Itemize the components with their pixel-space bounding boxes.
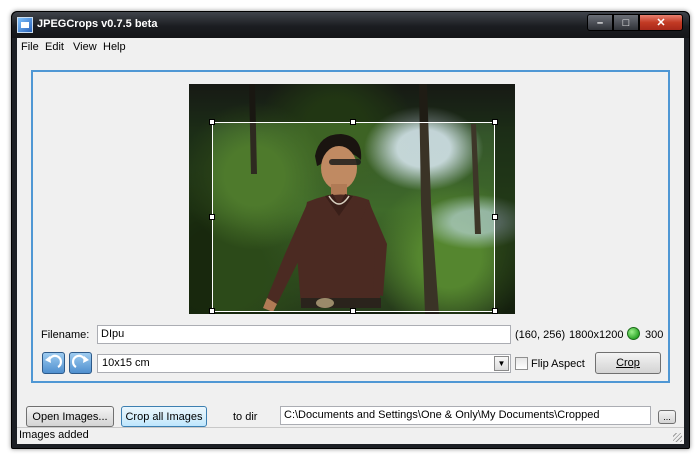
browse-button[interactable]: ... xyxy=(658,410,676,424)
dpi-value: 300 xyxy=(645,329,664,341)
window-controls: – □ ✕ xyxy=(587,14,683,31)
crop-panel: Filename: DIpu (160, 256) 1800x1200 300 … xyxy=(31,70,670,383)
menu-edit[interactable]: Edit xyxy=(45,41,64,53)
title-bar[interactable]: JPEGCrops v0.7.5 beta – □ ✕ xyxy=(12,12,689,38)
client-area: File Edit View Help Filename: DIpu (160,… xyxy=(17,38,684,444)
window-title: JPEGCrops v0.7.5 beta xyxy=(37,18,158,30)
status-bar: Images added xyxy=(17,427,684,444)
crop-size: 1800x1200 xyxy=(569,329,624,341)
menu-bar: File Edit View Help xyxy=(17,38,684,56)
menu-view[interactable]: View xyxy=(73,41,97,53)
status-indicator-icon xyxy=(627,327,640,340)
to-dir-label: to dir xyxy=(233,411,258,423)
open-images-button[interactable]: Open Images... xyxy=(26,406,114,427)
close-button[interactable]: ✕ xyxy=(639,14,683,31)
crop-handle-top-left[interactable] xyxy=(209,119,215,125)
crop-handle-top[interactable] xyxy=(350,119,356,125)
crop-handle-left[interactable] xyxy=(209,214,215,220)
minimize-button[interactable]: – xyxy=(587,14,613,31)
crop-handle-bottom[interactable] xyxy=(350,308,356,314)
crop-handle-bottom-right[interactable] xyxy=(492,308,498,314)
format-select[interactable]: 10x15 cm ▼ xyxy=(97,354,511,373)
crop-shade-right xyxy=(495,122,515,312)
resize-grip-icon[interactable] xyxy=(673,433,682,442)
crop-button-label: Crop xyxy=(616,357,640,369)
crop-shade-top xyxy=(189,84,515,122)
app-icon xyxy=(17,17,33,33)
output-dir-field[interactable]: C:\Documents and Settings\One & Only\My … xyxy=(280,406,651,425)
flip-aspect-label[interactable]: Flip Aspect xyxy=(531,358,585,370)
filename-field[interactable]: DIpu xyxy=(97,325,511,344)
rotate-right-button[interactable] xyxy=(69,352,92,374)
crop-handle-top-right[interactable] xyxy=(492,119,498,125)
app-window: JPEGCrops v0.7.5 beta – □ ✕ File Edit Vi… xyxy=(11,11,690,449)
crop-offset: (160, 256) xyxy=(515,329,566,341)
maximize-button[interactable]: □ xyxy=(613,14,639,31)
menu-help[interactable]: Help xyxy=(103,41,126,53)
rotate-left-icon xyxy=(45,354,63,368)
format-value: 10x15 cm xyxy=(102,357,150,369)
crop-handle-right[interactable] xyxy=(492,214,498,220)
status-text: Images added xyxy=(19,429,89,441)
crop-button[interactable]: Crop xyxy=(595,352,661,374)
chevron-down-icon[interactable]: ▼ xyxy=(494,356,509,371)
crop-handle-bottom-left[interactable] xyxy=(209,308,215,314)
menu-file[interactable]: File xyxy=(21,41,39,53)
image-preview[interactable] xyxy=(189,84,515,314)
flip-aspect-checkbox[interactable] xyxy=(515,357,528,370)
crop-all-images-button[interactable]: Crop all Images xyxy=(121,406,207,427)
crop-rectangle[interactable] xyxy=(212,122,495,312)
rotate-right-icon xyxy=(71,354,89,368)
rotate-left-button[interactable] xyxy=(42,352,65,374)
filename-label: Filename: xyxy=(41,329,90,341)
